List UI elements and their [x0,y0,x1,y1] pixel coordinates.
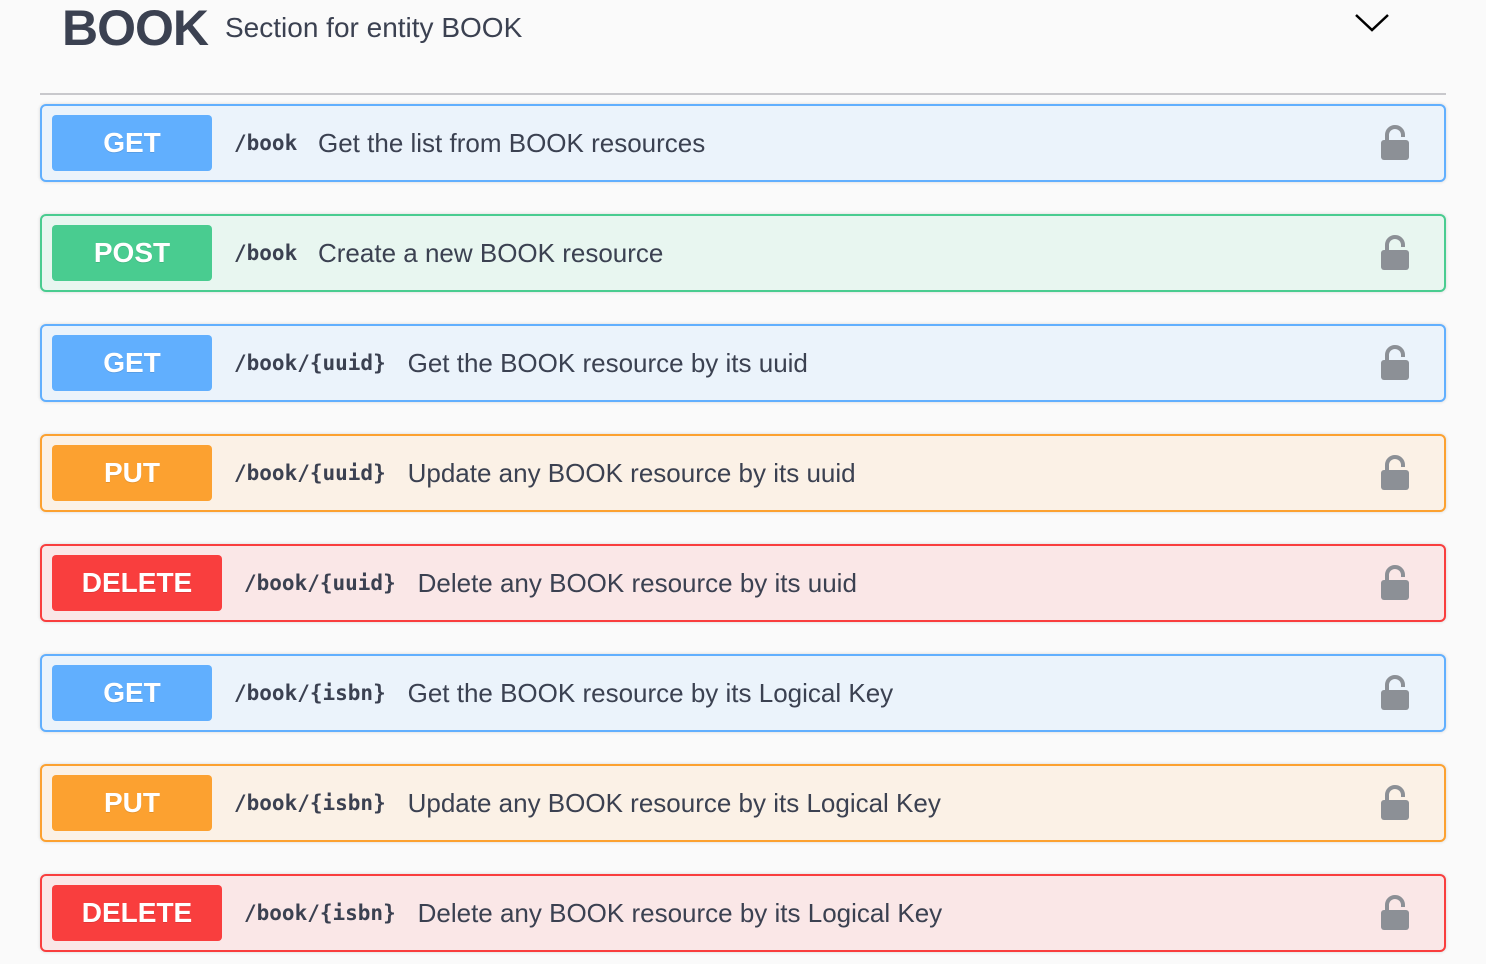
method-badge: GET [52,335,212,391]
operation-summary: Get the BOOK resource by its Logical Key [407,678,894,708]
operation-get[interactable]: GET/book/{uuid} Get the BOOK resource by … [40,324,1446,402]
method-badge: DELETE [52,885,222,941]
unlock-icon[interactable] [1380,784,1410,822]
unlock-icon[interactable] [1380,564,1410,602]
operation-path: /book [234,241,298,265]
operation-path: /book/{isbn} [234,791,386,815]
unlock-icon[interactable] [1380,234,1410,272]
operation-put[interactable]: PUT/book/{uuid} Update any BOOK resource … [40,434,1446,512]
operation-summary: Create a new BOOK resource [318,238,664,268]
operation-summary: Update any BOOK resource by its uuid [407,458,856,488]
method-badge: DELETE [52,555,222,611]
section-title: BOOK [62,0,209,56]
unlock-icon[interactable] [1380,124,1410,162]
operation-path: /book/{uuid} [234,461,386,485]
operation-summary: Delete any BOOK resource by its uuid [417,568,857,598]
method-badge: PUT [52,445,212,501]
section-description: Section for entity BOOK [225,12,523,43]
operation-path: /book/{uuid} [244,571,396,595]
unlock-icon[interactable] [1380,344,1410,382]
operation-path: /book [234,131,298,155]
operation-delete[interactable]: DELETE/book/{isbn} Delete any BOOK resour… [40,874,1446,952]
operation-path: /book/{isbn} [234,681,386,705]
operation-post[interactable]: POST/book Create a new BOOK resource [40,214,1446,292]
operation-get[interactable]: GET/book Get the list from BOOK resources [40,104,1446,182]
operation-get[interactable]: GET/book/{isbn} Get the BOOK resource by … [40,654,1446,732]
method-badge: POST [52,225,212,281]
operation-path: /book/{isbn} [244,901,396,925]
operation-summary: Update any BOOK resource by its Logical … [407,788,941,818]
method-badge: PUT [52,775,212,831]
unlock-icon[interactable] [1380,454,1410,492]
method-badge: GET [52,665,212,721]
operation-summary: Get the BOOK resource by its uuid [407,348,808,378]
unlock-icon[interactable] [1380,894,1410,932]
operation-summary: Get the list from BOOK resources [318,128,706,158]
chevron-down-icon[interactable] [1352,8,1392,38]
operation-delete[interactable]: DELETE/book/{uuid} Delete any BOOK resour… [40,544,1446,622]
operation-summary: Delete any BOOK resource by its Logical … [417,898,943,928]
operation-path: /book/{uuid} [234,351,386,375]
method-badge: GET [52,115,212,171]
section-header[interactable]: BOOK Section for entity BOOK [40,0,1446,95]
operation-put[interactable]: PUT/book/{isbn} Update any BOOK resource … [40,764,1446,842]
unlock-icon[interactable] [1380,674,1410,712]
